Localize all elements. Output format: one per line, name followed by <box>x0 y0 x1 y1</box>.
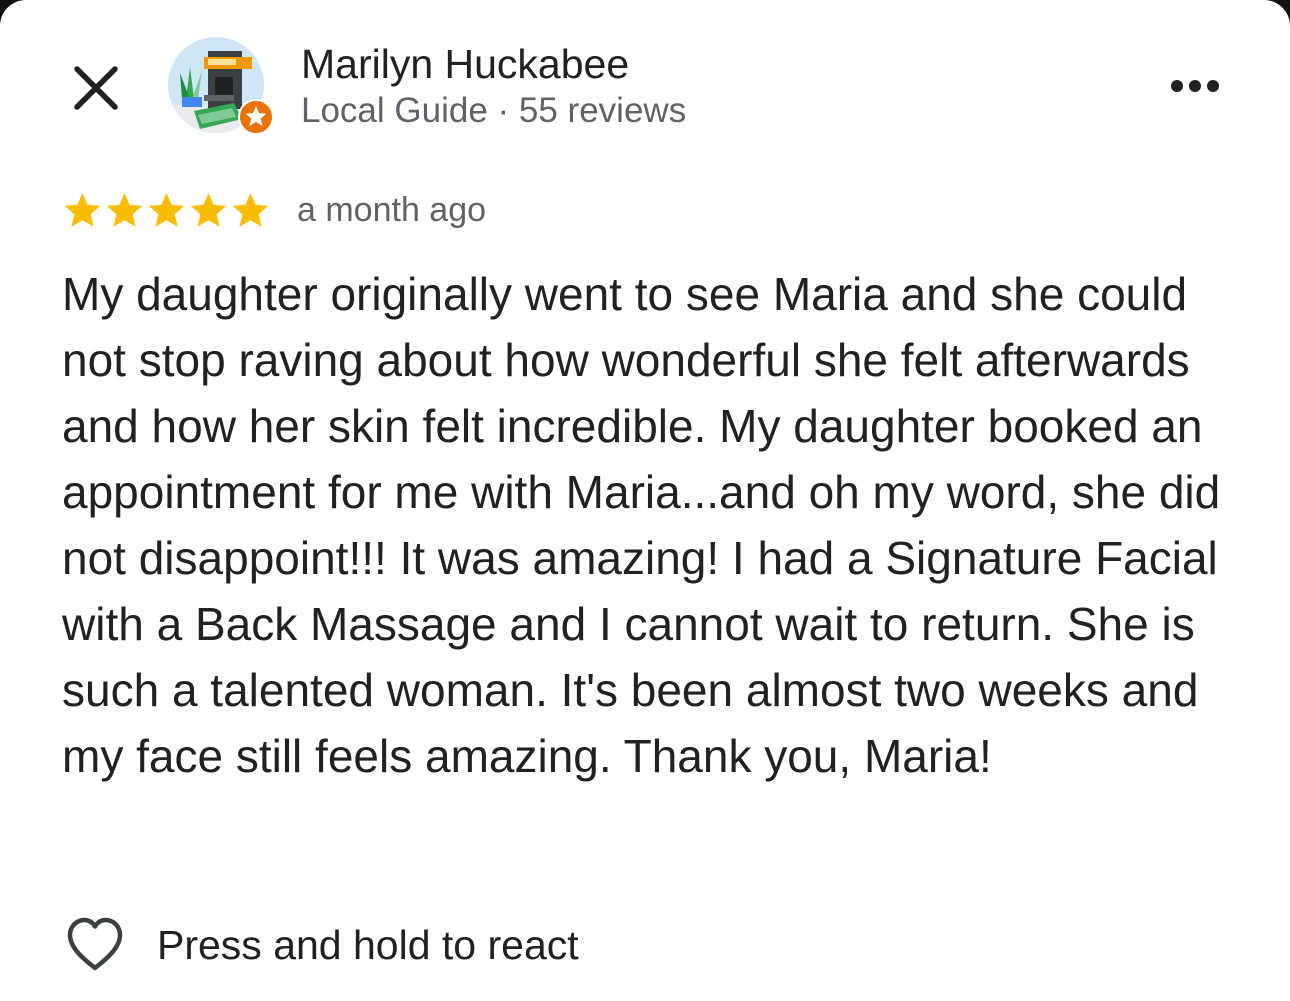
close-button[interactable] <box>66 58 126 118</box>
star-icon <box>148 192 185 227</box>
star-icon <box>190 192 227 227</box>
local-guide-badge-icon <box>238 99 274 135</box>
reviewer-meta: Local Guide · 55 reviews <box>301 91 687 130</box>
star-icon <box>64 192 101 227</box>
react-label: Press and hold to react <box>157 921 579 968</box>
react-button[interactable]: Press and hold to react <box>64 914 579 976</box>
more-options-button[interactable] <box>1160 64 1230 108</box>
reviewer-name[interactable]: Marilyn Huckabee <box>301 40 629 88</box>
star-icon <box>106 192 143 227</box>
review-sheet: Marilyn Huckabee Local Guide · 55 review… <box>0 0 1290 1001</box>
rating-row: a month ago <box>62 186 486 234</box>
review-text: My daughter originally went to see Maria… <box>62 268 1221 782</box>
avatar[interactable] <box>168 37 274 135</box>
star-icon <box>232 192 269 227</box>
star-rating <box>62 190 271 231</box>
close-icon <box>74 66 118 110</box>
heart-outline-icon <box>67 917 123 971</box>
more-horizontal-icon <box>1171 80 1219 92</box>
review-date: a month ago <box>297 190 487 229</box>
